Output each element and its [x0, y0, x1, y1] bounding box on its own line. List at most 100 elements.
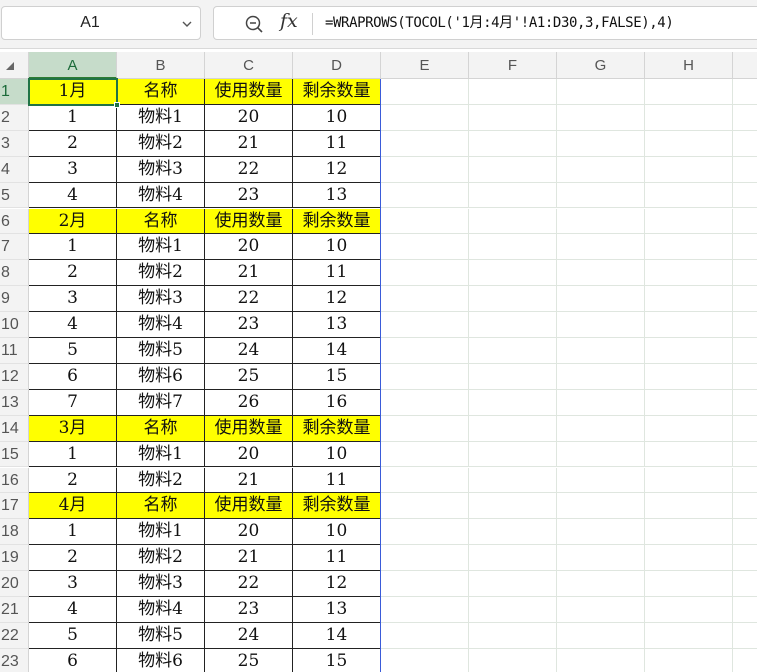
- cell-c3[interactable]: 21: [205, 130, 293, 157]
- cell-empty[interactable]: [733, 209, 757, 235]
- cell-empty[interactable]: [557, 104, 645, 131]
- cell-empty[interactable]: [645, 441, 733, 468]
- cell-empty[interactable]: [381, 130, 469, 157]
- cell-b9[interactable]: 物料3: [117, 286, 205, 313]
- cell-d4[interactable]: 12: [293, 156, 381, 183]
- cell-empty[interactable]: [557, 415, 645, 442]
- cell-empty[interactable]: [469, 622, 557, 649]
- cell-d5[interactable]: 13: [293, 182, 381, 209]
- row-header-23[interactable]: 23: [0, 648, 29, 672]
- cell-a14[interactable]: 3月: [29, 415, 117, 442]
- row-header-11[interactable]: 11: [0, 338, 29, 364]
- cell-empty[interactable]: [645, 545, 733, 572]
- row-header-10[interactable]: 10: [0, 312, 29, 338]
- cell-empty[interactable]: [733, 571, 757, 597]
- column-header-d[interactable]: D: [293, 52, 381, 79]
- row-header-6[interactable]: 6: [0, 208, 29, 235]
- cell-empty[interactable]: [733, 416, 757, 442]
- cell-empty[interactable]: [381, 545, 469, 572]
- cell-empty[interactable]: [733, 338, 757, 364]
- cell-b13[interactable]: 物料7: [117, 389, 205, 416]
- cell-empty[interactable]: [381, 467, 469, 494]
- cell-empty[interactable]: [557, 597, 645, 623]
- cell-a11[interactable]: 5: [29, 338, 117, 364]
- cell-b12[interactable]: 物料6: [117, 363, 205, 390]
- cell-empty[interactable]: [381, 234, 469, 261]
- cell-empty[interactable]: [645, 519, 733, 546]
- cell-empty[interactable]: [381, 648, 469, 672]
- cell-empty[interactable]: [469, 182, 557, 209]
- cell-empty[interactable]: [469, 415, 557, 442]
- cell-a8[interactable]: 2: [29, 260, 117, 287]
- cell-c23[interactable]: 25: [205, 648, 293, 672]
- cell-empty[interactable]: [557, 130, 645, 157]
- cell-c2[interactable]: 20: [205, 104, 293, 131]
- cell-d18[interactable]: 10: [293, 519, 381, 546]
- cell-c19[interactable]: 21: [205, 545, 293, 572]
- row-header-5[interactable]: 5: [0, 182, 29, 209]
- column-header-b[interactable]: B: [117, 52, 205, 79]
- row-header-22[interactable]: 22: [0, 622, 29, 649]
- cell-c10[interactable]: 23: [205, 312, 293, 338]
- cell-empty[interactable]: [469, 286, 557, 313]
- cell-c4[interactable]: 22: [205, 156, 293, 183]
- cell-empty[interactable]: [381, 260, 469, 287]
- cell-empty[interactable]: [733, 468, 757, 494]
- cell-empty[interactable]: [557, 441, 645, 468]
- cell-d14[interactable]: 剩余数量: [293, 415, 381, 442]
- cell-c20[interactable]: 22: [205, 571, 293, 597]
- row-header-3[interactable]: 3: [0, 130, 29, 157]
- cell-empty[interactable]: [381, 182, 469, 209]
- cell-empty[interactable]: [733, 183, 757, 209]
- cell-empty[interactable]: [557, 467, 645, 494]
- cell-a21[interactable]: 4: [29, 597, 117, 623]
- cell-c21[interactable]: 23: [205, 597, 293, 623]
- cell-empty[interactable]: [469, 545, 557, 572]
- cell-c17[interactable]: 使用数量: [205, 493, 293, 520]
- cell-empty[interactable]: [557, 622, 645, 649]
- cell-a12[interactable]: 6: [29, 363, 117, 390]
- row-header-9[interactable]: 9: [0, 286, 29, 313]
- cell-empty[interactable]: [645, 208, 733, 235]
- spreadsheet-grid[interactable]: A B C D E F G H 1 1月 名称 使用数量 剩余数量 2 1 物料1 20 10 3 2 物料2 21 11 4…: [0, 52, 757, 672]
- cell-empty[interactable]: [381, 79, 469, 105]
- cell-empty[interactable]: [469, 389, 557, 416]
- cell-empty[interactable]: [557, 571, 645, 597]
- row-header-7[interactable]: 7: [0, 234, 29, 261]
- cell-empty[interactable]: [381, 286, 469, 313]
- cell-empty[interactable]: [733, 260, 757, 287]
- cell-empty[interactable]: [469, 260, 557, 287]
- cell-d7[interactable]: 10: [293, 234, 381, 261]
- cell-empty[interactable]: [469, 467, 557, 494]
- cell-b15[interactable]: 物料1: [117, 441, 205, 468]
- cell-d12[interactable]: 15: [293, 363, 381, 390]
- cell-empty[interactable]: [557, 79, 645, 105]
- cell-empty[interactable]: [381, 597, 469, 623]
- cell-empty[interactable]: [645, 622, 733, 649]
- cell-a23[interactable]: 6: [29, 648, 117, 672]
- cell-b8[interactable]: 物料2: [117, 260, 205, 287]
- cell-d19[interactable]: 11: [293, 545, 381, 572]
- cell-empty[interactable]: [557, 519, 645, 546]
- cell-empty[interactable]: [469, 130, 557, 157]
- cell-c14[interactable]: 使用数量: [205, 415, 293, 442]
- cell-d9[interactable]: 12: [293, 286, 381, 313]
- cell-a15[interactable]: 1: [29, 441, 117, 468]
- cell-empty[interactable]: [645, 130, 733, 157]
- cell-empty[interactable]: [557, 493, 645, 520]
- cell-empty[interactable]: [557, 545, 645, 572]
- cell-b23[interactable]: 物料6: [117, 648, 205, 672]
- cell-c13[interactable]: 26: [205, 389, 293, 416]
- cell-empty[interactable]: [469, 571, 557, 597]
- cell-empty[interactable]: [381, 389, 469, 416]
- cell-c16[interactable]: 21: [205, 467, 293, 494]
- cell-empty[interactable]: [733, 442, 757, 468]
- cell-empty[interactable]: [733, 519, 757, 546]
- cell-b7[interactable]: 物料1: [117, 234, 205, 261]
- cell-c12[interactable]: 25: [205, 363, 293, 390]
- cell-empty[interactable]: [381, 622, 469, 649]
- cell-d1[interactable]: 剩余数量: [293, 79, 381, 105]
- cell-empty[interactable]: [381, 571, 469, 597]
- cell-empty[interactable]: [381, 208, 469, 235]
- cell-empty[interactable]: [469, 519, 557, 546]
